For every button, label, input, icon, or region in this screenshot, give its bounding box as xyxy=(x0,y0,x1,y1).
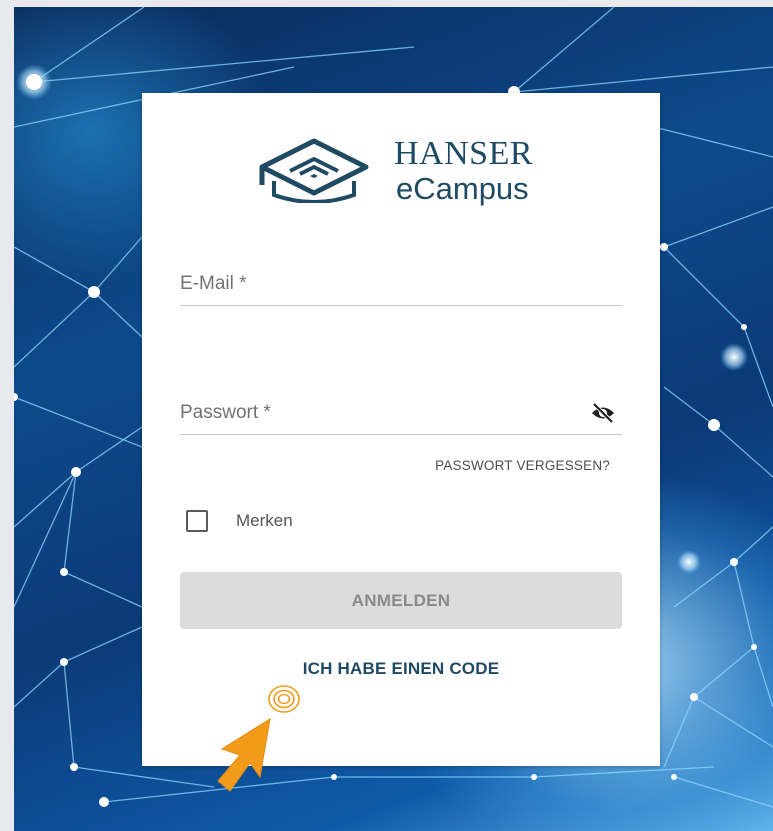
password-field xyxy=(180,394,622,435)
remember-me-label: Merken xyxy=(236,511,293,530)
remember-me-checkbox-row[interactable]: Merken xyxy=(186,507,293,535)
email-field xyxy=(180,265,622,306)
login-card: HANSER eCampus PASSWORT VERGESSEN? Merke… xyxy=(142,93,660,766)
orange-arrow-pointer-icon xyxy=(217,685,300,792)
page-frame: HANSER eCampus PASSWORT VERGESSEN? Merke… xyxy=(0,0,773,831)
password-input[interactable] xyxy=(180,394,580,432)
brand-name-bottom: eCampus xyxy=(396,171,529,206)
brand-name-top: HANSER xyxy=(394,135,534,172)
brand-logo: HANSER eCampus xyxy=(250,131,550,211)
eye-off-icon[interactable] xyxy=(590,402,616,424)
remember-me-checkbox[interactable] xyxy=(186,510,208,532)
forgot-password-link[interactable]: PASSWORT VERGESSEN? xyxy=(435,458,610,473)
login-button[interactable]: ANMELDEN xyxy=(180,572,622,629)
graduation-cap-logo-icon xyxy=(259,138,369,203)
email-input[interactable] xyxy=(180,265,580,303)
